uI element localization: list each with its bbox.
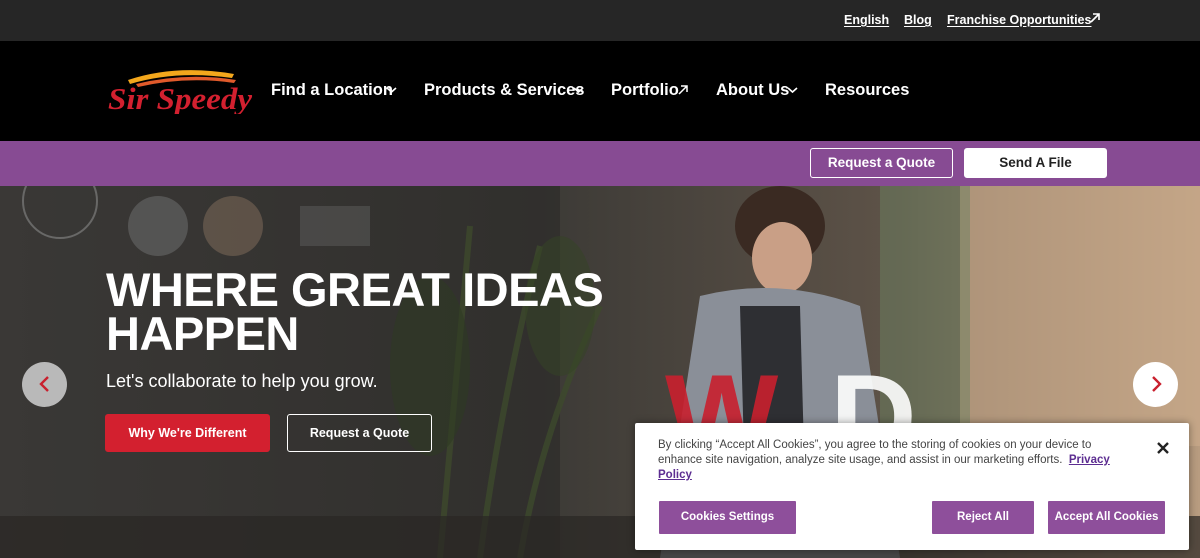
nav-resources-label: Resources <box>825 81 910 99</box>
cookies-settings-button[interactable]: Cookies Settings <box>659 501 796 534</box>
external-link-icon <box>1090 13 1100 23</box>
sir-speedy-logo[interactable]: Sir Speedy <box>106 66 256 114</box>
cookie-message: By clicking “Accept All Cookies”, you ag… <box>658 438 1123 483</box>
hero-title-line2: HAPPEN <box>106 307 299 360</box>
external-link-icon <box>678 85 688 95</box>
svg-text:Sir Speedy: Sir Speedy <box>108 81 252 114</box>
nav-find-location-label: Find a Location <box>271 81 393 99</box>
chevron-down-icon <box>386 87 397 94</box>
close-icon[interactable] <box>1156 441 1170 455</box>
nav-products-services[interactable]: Products & Services <box>424 81 587 101</box>
nav-find-location[interactable]: Find a Location <box>271 81 401 101</box>
nav-portfolio[interactable]: Portfolio <box>611 81 691 101</box>
franchise-link[interactable]: Franchise Opportunities <box>947 13 1091 27</box>
nav-portfolio-label: Portfolio <box>611 81 679 99</box>
blog-link[interactable]: Blog <box>904 13 932 27</box>
nav-about-us-label: About Us <box>716 81 790 99</box>
carousel-prev-button[interactable] <box>22 362 67 407</box>
cookie-message-text: By clicking “Accept All Cookies”, you ag… <box>658 439 1092 466</box>
hero-subtitle: Let's collaborate to help you grow. <box>106 371 378 391</box>
accept-all-cookies-button[interactable]: Accept All Cookies <box>1048 501 1165 534</box>
nav-resources[interactable]: Resources <box>825 81 909 101</box>
chevron-down-icon <box>787 87 798 94</box>
why-different-button[interactable]: Why We're Different <box>105 414 270 452</box>
reject-all-button[interactable]: Reject All <box>932 501 1034 534</box>
band-request-quote-button[interactable]: Request a Quote <box>810 148 953 178</box>
chevron-left-icon <box>39 376 49 392</box>
hero-request-quote-button[interactable]: Request a Quote <box>287 414 432 452</box>
chevron-down-icon <box>573 87 584 94</box>
hero-title: WHERE GREAT IDEAS HAPPEN <box>106 263 604 360</box>
hero-title-line1: WHERE GREAT IDEAS <box>106 263 604 316</box>
nav-products-services-label: Products & Services <box>424 81 585 99</box>
carousel-next-button[interactable] <box>1133 362 1178 407</box>
nav-about-us[interactable]: About Us <box>716 81 800 101</box>
chevron-right-icon <box>1152 376 1162 392</box>
page: English Blog Franchise Opportunities Sir… <box>0 0 1200 558</box>
cookie-banner: By clicking “Accept All Cookies”, you ag… <box>635 423 1189 550</box>
send-file-button[interactable]: Send A File <box>964 148 1107 178</box>
language-link[interactable]: English <box>844 13 889 27</box>
utility-bar: English Blog Franchise Opportunities <box>0 0 1200 41</box>
